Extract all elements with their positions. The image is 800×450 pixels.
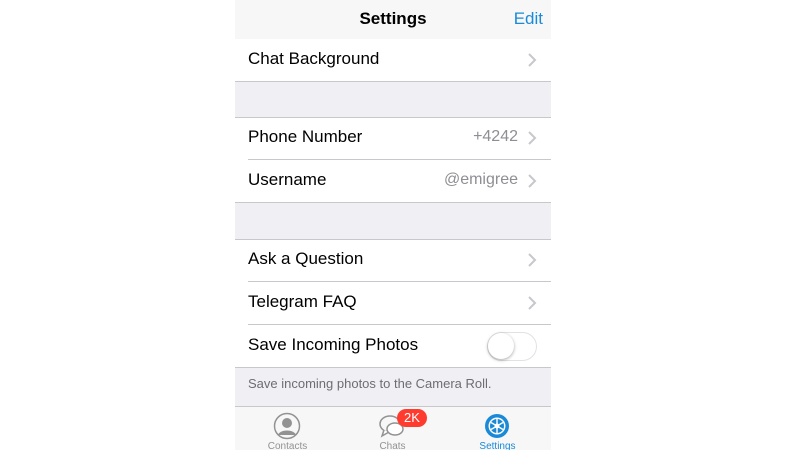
divider: [235, 117, 551, 118]
tab-chats[interactable]: 2K Chats: [340, 407, 445, 450]
save-incoming-photos-label: Save Incoming Photos: [248, 335, 419, 354]
telegram-faq-label: Telegram FAQ: [248, 292, 357, 311]
tab-chats-label: Chats: [379, 441, 406, 450]
save-incoming-photos-row: Save Incoming Photos: [235, 325, 551, 368]
page-title: Settings: [359, 9, 427, 28]
navigation-bar: Settings Edit: [235, 0, 551, 42]
username-value: @emigree: [443, 171, 518, 188]
ask-question-row[interactable]: Ask a Question: [235, 239, 551, 282]
tab-contacts-label: Contacts: [267, 441, 308, 450]
chevron-right-icon: [528, 296, 537, 310]
divider: [235, 367, 551, 368]
chevron-right-icon: [528, 131, 537, 145]
divider: [235, 239, 551, 240]
chevron-right-icon: [528, 174, 537, 188]
person-icon: [273, 412, 301, 440]
chevron-right-icon: [528, 53, 537, 67]
phone-number-row[interactable]: Phone Number +4242: [235, 117, 551, 160]
chat-background-row[interactable]: Chat Background: [235, 39, 551, 82]
tab-bar: Contacts 2K Chats Settings: [235, 406, 551, 450]
tab-contacts[interactable]: Contacts: [235, 407, 340, 450]
save-photos-footnote: Save incoming photos to the Camera Roll.: [248, 376, 492, 391]
phone-number-value: +4242: [473, 128, 518, 145]
tab-settings-label: Settings: [479, 441, 516, 450]
divider: [235, 81, 551, 82]
chats-unread-badge: 2K: [397, 409, 427, 427]
telegram-faq-row[interactable]: Telegram FAQ: [235, 282, 551, 325]
edit-button[interactable]: Edit: [514, 9, 543, 29]
chat-background-label: Chat Background: [248, 49, 380, 68]
phone-number-label: Phone Number: [248, 127, 363, 146]
toggle-knob: [488, 333, 514, 359]
gear-icon: [485, 414, 509, 438]
settings-screen: Settings Edit Chat Background Phone Numb…: [235, 0, 551, 450]
username-label: Username: [248, 170, 327, 189]
tab-settings[interactable]: Settings: [445, 407, 550, 450]
chevron-right-icon: [528, 253, 537, 267]
ask-question-label: Ask a Question: [248, 249, 364, 268]
save-incoming-photos-toggle[interactable]: [487, 332, 537, 361]
username-row[interactable]: Username @emigree: [235, 160, 551, 203]
divider: [235, 202, 551, 203]
